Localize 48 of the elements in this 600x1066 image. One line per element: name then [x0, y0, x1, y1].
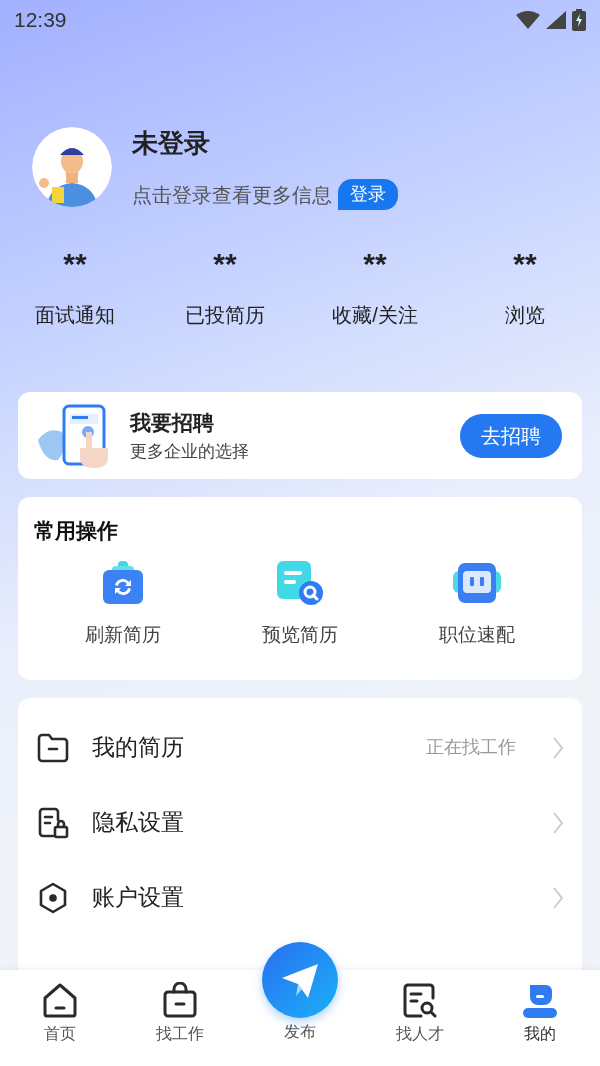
- nav-tab[interactable]: 找工作: [120, 970, 240, 1066]
- home-icon: [41, 982, 79, 1020]
- recruit-subtitle: 更多企业的选择: [130, 440, 249, 463]
- briefcase-icon: [161, 982, 199, 1020]
- battery-charging-icon: [572, 9, 586, 31]
- chevron-right-icon: [552, 735, 564, 760]
- profile-name: 未登录: [132, 127, 211, 160]
- document-search-icon: [401, 982, 439, 1020]
- recruit-title: 我要招聘: [130, 410, 215, 436]
- nav-label: 找人才: [396, 1024, 444, 1044]
- document-lock-icon: [36, 805, 70, 840]
- action-label[interactable]: 职位速配: [439, 620, 516, 649]
- stat-label[interactable]: 收藏/关注: [332, 300, 418, 330]
- menu-label: 我的简历: [92, 733, 184, 763]
- stat-label[interactable]: 已投简历: [185, 300, 265, 330]
- stat-label[interactable]: 浏览: [505, 300, 545, 330]
- stat-value: **: [63, 246, 87, 282]
- go-recruit-button[interactable]: 去招聘: [460, 413, 562, 458]
- nav-label: 找工作: [156, 1024, 204, 1044]
- nav-tab[interactable]: 找人才: [360, 970, 480, 1066]
- signal-icon: [546, 11, 566, 29]
- stat-value: **: [213, 246, 237, 282]
- stat-value: **: [513, 246, 537, 282]
- login-hint: 点击登录查看更多信息: [132, 182, 332, 208]
- wifi-icon: [516, 11, 540, 29]
- login-button[interactable]: 登录: [338, 179, 398, 210]
- chevron-right-icon: [552, 885, 564, 910]
- nav-tab[interactable]: 首页: [0, 970, 120, 1066]
- nav-label[interactable]: 发布: [284, 1020, 316, 1044]
- document-search-icon: [275, 558, 325, 607]
- chevron-right-icon: [552, 810, 564, 835]
- menu-row[interactable]: 隐私设置: [36, 785, 564, 860]
- nav-label: 首页: [44, 1024, 76, 1044]
- stat-label[interactable]: 面试通知: [35, 300, 115, 330]
- action-label[interactable]: 预览简历: [262, 620, 338, 649]
- stat-value: **: [363, 246, 387, 282]
- menu-label: 账户设置: [92, 883, 184, 913]
- person-icon: [521, 982, 559, 1020]
- status-time: 12:39: [14, 7, 67, 34]
- menu-value: 正在找工作: [426, 736, 516, 759]
- action-label[interactable]: 刷新简历: [84, 620, 161, 649]
- section-title: 常用操作: [34, 519, 118, 542]
- nav-label: 我的: [524, 1024, 556, 1044]
- publish-button[interactable]: [262, 942, 338, 1018]
- nav-tab[interactable]: 我的: [480, 970, 600, 1066]
- menu-row[interactable]: 账户设置: [36, 860, 564, 935]
- menu-label: 隐私设置: [92, 808, 184, 838]
- menu-row[interactable]: 我的简历 正在找工作: [36, 710, 564, 785]
